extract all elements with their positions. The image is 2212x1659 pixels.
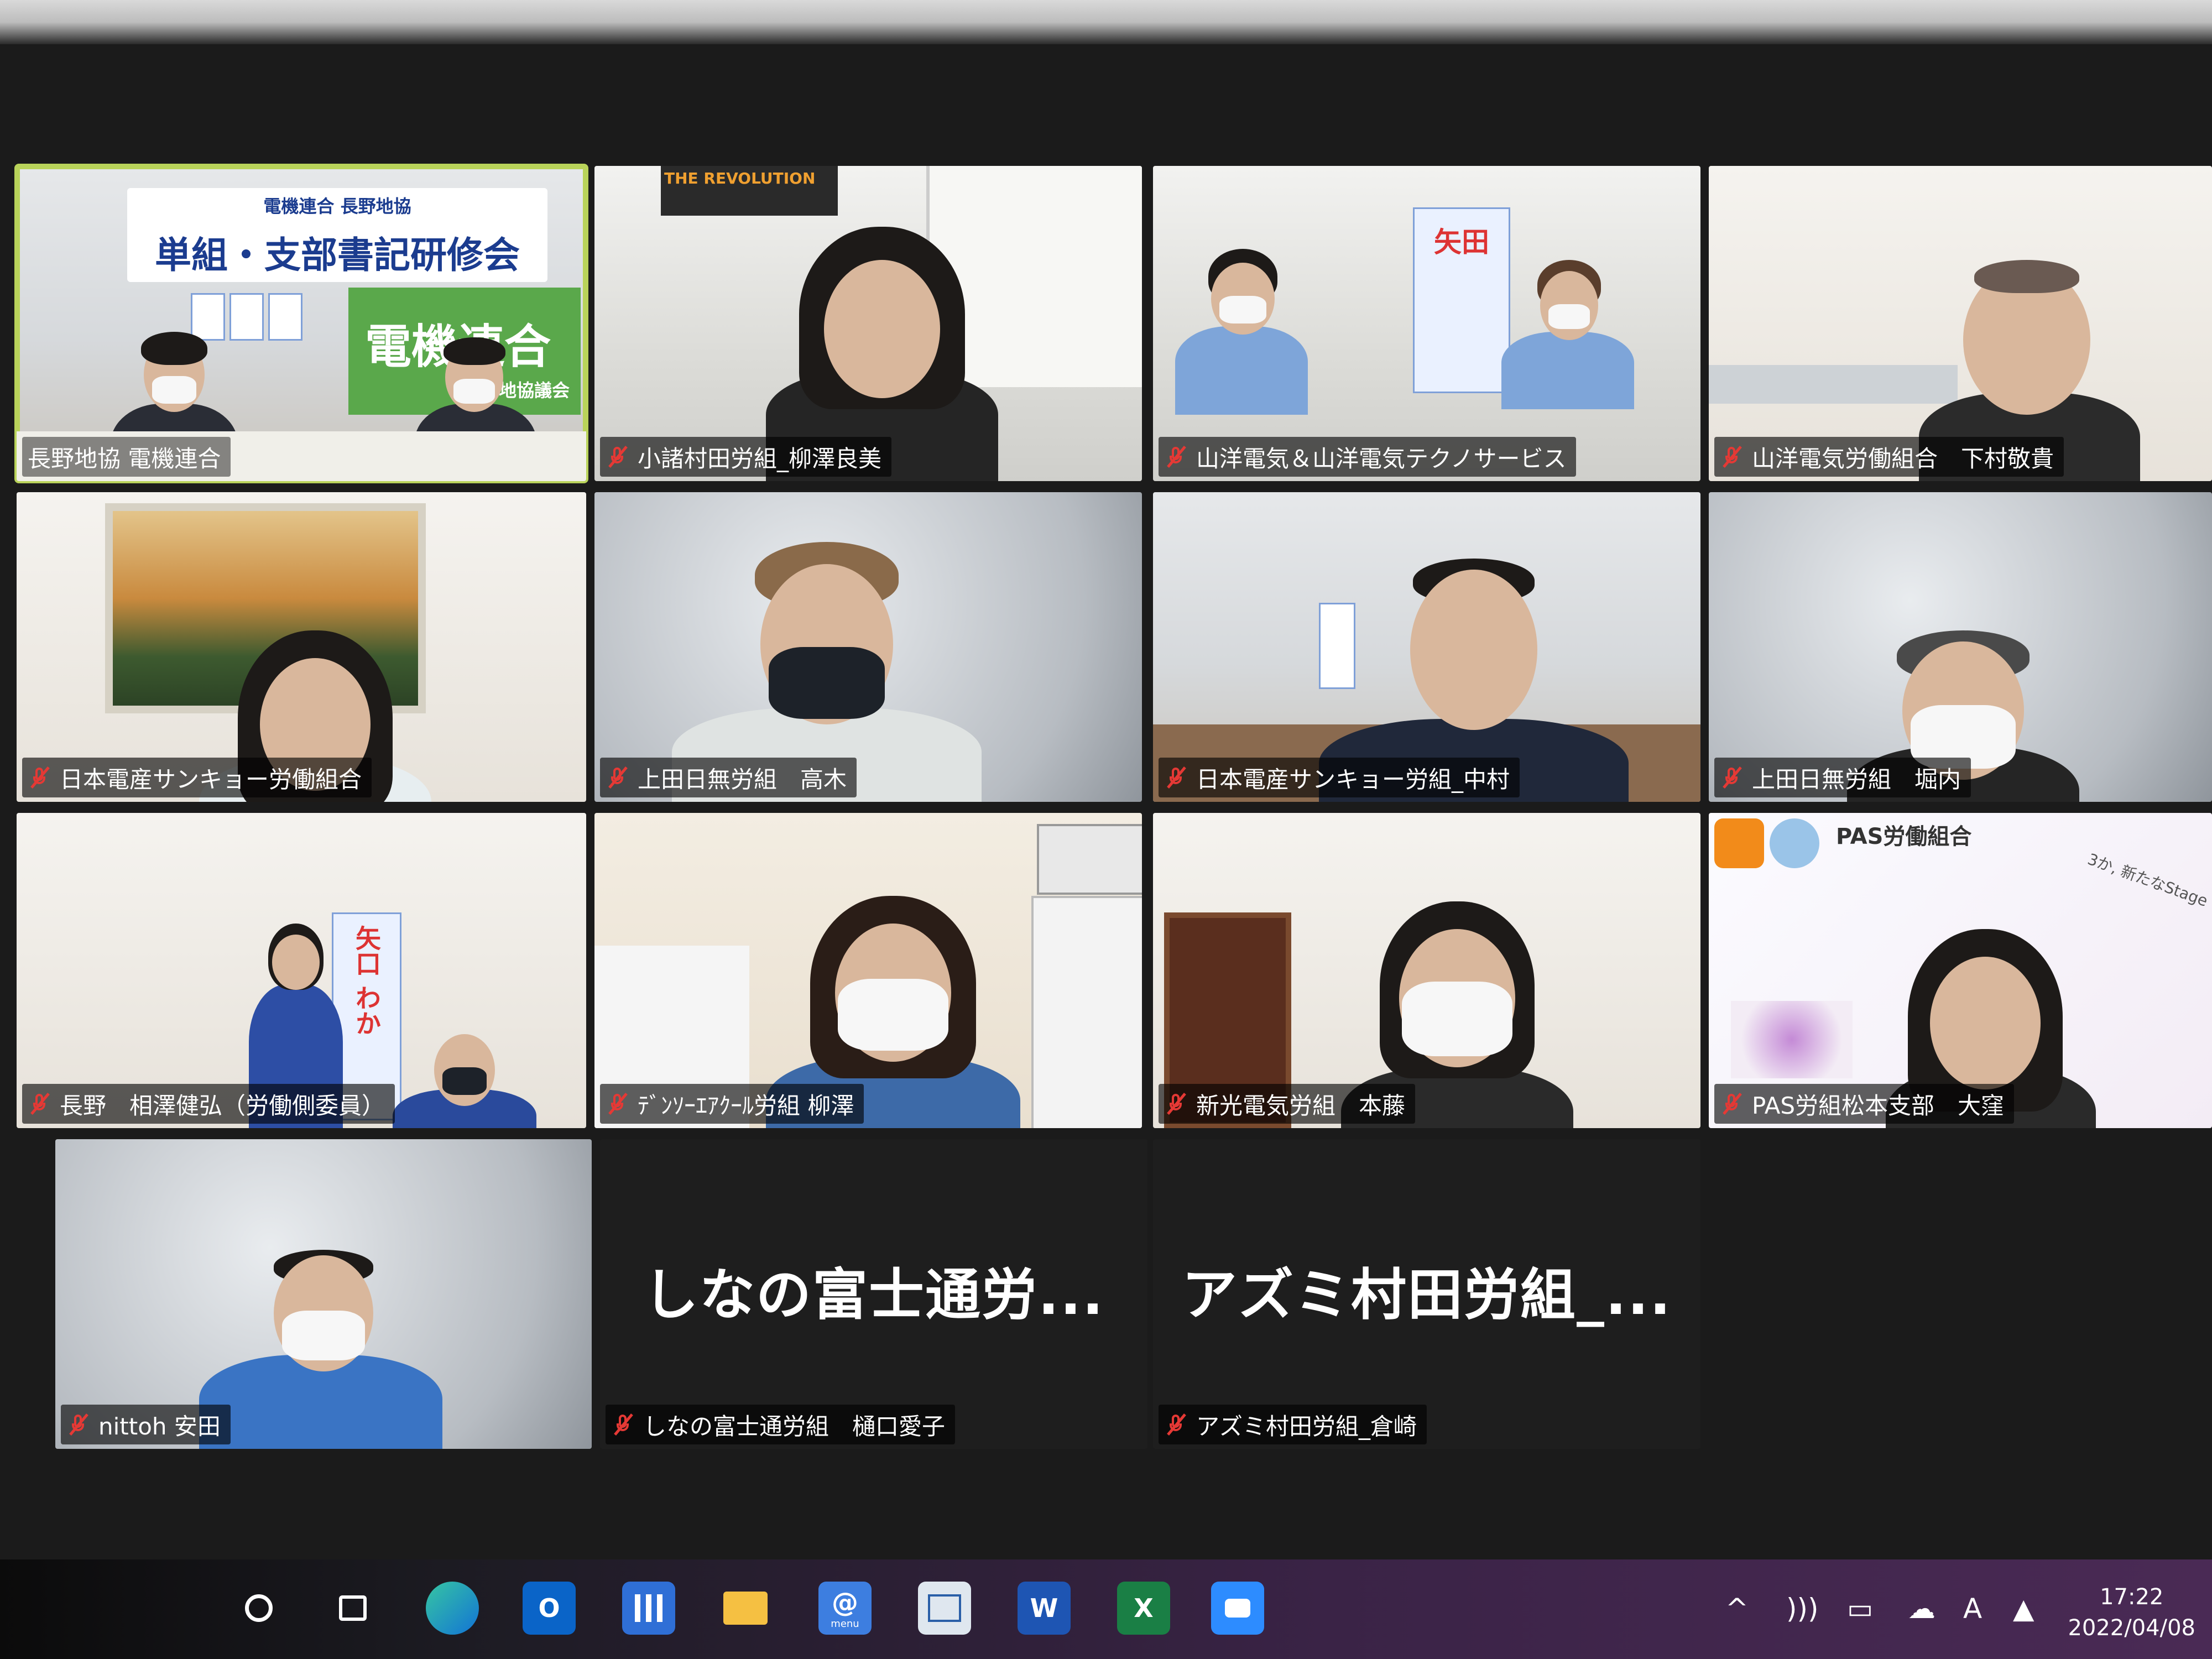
widget-icon[interactable] — [918, 1582, 971, 1635]
mic-muted-icon — [1164, 1412, 1188, 1437]
outlook-icon[interactable]: O — [523, 1582, 576, 1635]
participant-nameplate: 長野 相澤健弘（労働側委員） — [22, 1084, 395, 1124]
participant-tile[interactable]: nittoh 安田 — [55, 1139, 592, 1449]
taskbar-clock[interactable]: 17:22 2022/04/08 — [2068, 1582, 2195, 1644]
participant-nameplate: 新光電気労組 本藤 — [1159, 1084, 1416, 1124]
zoom-gallery-view: 電機連合 長野地協 単組・支部書記研修会 電機連合 長野地協議会 長野地協 電機… — [0, 44, 2212, 1571]
participant-tile[interactable]: 矢田 山洋電気＆山洋電気テクノサービス — [1153, 166, 1700, 481]
chevron-up-icon[interactable]: ^ — [1725, 1593, 1749, 1625]
mic-muted-icon — [1164, 445, 1188, 469]
excel-icon[interactable]: X — [1117, 1582, 1170, 1635]
avatar — [1770, 818, 1819, 868]
flower-decoration — [1731, 1001, 1853, 1078]
participant-tile[interactable]: 新光電気労組 本藤 — [1153, 813, 1700, 1128]
participant-tile[interactable]: PAS労働組合 3か, 新たなStage PAS労組松本支部 大窪 — [1709, 813, 2212, 1128]
mic-muted-icon — [606, 765, 630, 790]
pas-tagline: 3か, 新たなStage — [2085, 849, 2210, 910]
participant-tile[interactable]: THE REVOLUTION 小諸村田労組_柳澤良美 — [594, 166, 1142, 481]
mic-muted-icon — [28, 765, 52, 790]
task-view-icon[interactable] — [326, 1582, 379, 1635]
participant-nameplate: しなの富士通労組 樋口愛子 — [606, 1405, 956, 1444]
start-icon[interactable] — [232, 1582, 285, 1635]
mic-muted-icon — [1720, 765, 1744, 790]
meeting-title-banner: 電機連合 長野地協 単組・支部書記研修会 — [127, 188, 547, 282]
candidate-poster — [268, 293, 302, 341]
participant-tile[interactable]: 日本電産サンキョー労組_中村 — [1153, 492, 1700, 802]
mic-muted-icon — [1720, 1092, 1744, 1116]
microwave — [1037, 824, 1142, 895]
word-icon[interactable]: W — [1018, 1582, 1071, 1635]
mic-muted-icon — [1164, 1092, 1188, 1116]
participant-display-name: しなの富士通労... — [643, 1262, 1104, 1327]
revolution-poster: THE REVOLUTION — [661, 166, 838, 216]
participant-nameplate: 小諸村田労組_柳澤良美 — [600, 437, 892, 477]
candidate-poster — [229, 293, 264, 341]
ime-icon[interactable]: A — [1963, 1593, 1982, 1625]
participant-tile[interactable]: 電機連合 長野地協 単組・支部書記研修会 電機連合 長野地協議会 長野地協 電機… — [14, 164, 588, 483]
participant-nameplate: 山洋電気＆山洋電気テクノサービス — [1159, 437, 1577, 477]
candidate-poster — [1319, 603, 1355, 689]
participant-nameplate: 上田日無労組 高木 — [600, 758, 857, 797]
cloud-icon[interactable]: ☁ — [1908, 1593, 1936, 1625]
mic-muted-icon — [1164, 765, 1188, 790]
mic-muted-icon — [606, 445, 630, 469]
participant-nameplate: nittoh 安田 — [61, 1405, 231, 1444]
participant-display-name: アズミ村田労組_... — [1182, 1262, 1672, 1327]
orange-badge-icon — [1714, 818, 1764, 868]
app-grid-icon[interactable] — [622, 1582, 675, 1635]
pas-logo: PAS労働組合 — [1836, 824, 1972, 849]
participant-nameplate: アズミ村田労組_倉崎 — [1159, 1405, 1427, 1444]
mic-muted-icon — [606, 1092, 630, 1116]
file-explorer-icon[interactable] — [719, 1582, 772, 1635]
participant-tile[interactable]: 日本電産サンキョー労働組合 — [17, 492, 586, 802]
participant-nameplate: 山洋電気労働組合 下村敬貴 — [1714, 437, 2064, 477]
participant-tile[interactable]: 山洋電気労働組合 下村敬貴 — [1709, 166, 2212, 481]
participant-nameplate: 日本電産サンキョー労組_中村 — [1159, 758, 1520, 797]
zoom-icon[interactable] — [1211, 1582, 1264, 1635]
mic-muted-icon — [611, 1412, 635, 1437]
participant-nameplate: 長野地協 電機連合 — [22, 437, 231, 477]
participant-nameplate: ﾃﾞﾝｿｰｴｱｸｰﾙ労組 柳澤 — [600, 1084, 864, 1124]
mic-muted-icon — [28, 1092, 52, 1116]
acrobat-icon[interactable]: ▲ — [2013, 1593, 2034, 1625]
battery-icon[interactable]: ▭ — [1847, 1593, 1873, 1625]
participant-tile[interactable]: アズミ村田労組_... アズミ村田労組_倉崎 — [1153, 1139, 1700, 1449]
edge-icon[interactable] — [426, 1582, 479, 1635]
participant-nameplate: 上田日無労組 堀内 — [1714, 758, 1971, 797]
participant-nameplate: PAS労組松本支部 大窪 — [1714, 1084, 2015, 1124]
participant-tile[interactable]: 矢口 わか 長野 相澤健弘（労働側委員） — [17, 813, 586, 1128]
monitor-bezel — [0, 0, 2212, 44]
refrigerator — [1031, 896, 1142, 1128]
participant-tile[interactable]: 上田日無労組 堀内 — [1709, 492, 2212, 802]
mic-muted-icon — [1720, 445, 1744, 469]
participant-tile[interactable]: ﾃﾞﾝｿｰｴｱｸｰﾙ労組 柳澤 — [594, 813, 1142, 1128]
wifi-icon[interactable]: ))) — [1786, 1593, 1819, 1625]
participant-tile[interactable]: しなの富士通労... しなの富士通労組 樋口愛子 — [600, 1139, 1147, 1449]
candidate-poster: 矢田 — [1413, 207, 1510, 393]
candidate-poster — [191, 293, 225, 341]
windows-taskbar: O @ menu W X ^ ))) ▭ ☁ A ▲ 17:22 2022/04… — [0, 1559, 2212, 1659]
mail-menu-icon[interactable]: @ menu — [818, 1582, 872, 1635]
participant-tile[interactable]: 上田日無労組 高木 — [594, 492, 1142, 802]
participant-nameplate: 日本電産サンキョー労働組合 — [22, 758, 372, 797]
mic-muted-icon — [66, 1412, 91, 1437]
